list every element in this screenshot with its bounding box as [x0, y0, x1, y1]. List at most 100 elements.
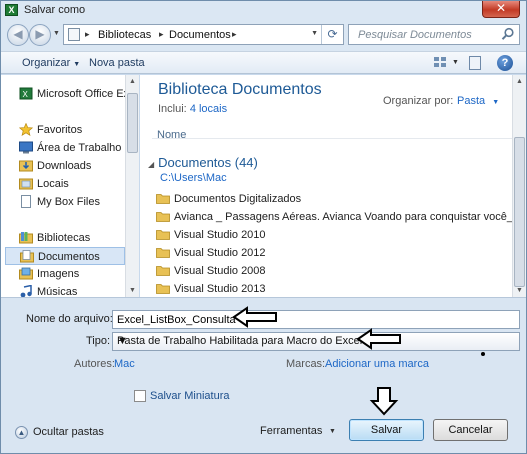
list-item[interactable]: Visual Studio 2013 — [156, 280, 512, 297]
file-name: Documentos Digitalizados — [174, 193, 302, 205]
scroll-down-icon[interactable]: ▼ — [129, 287, 136, 294]
group-header[interactable]: ◢ Documentos (44) — [148, 155, 258, 170]
help-icon[interactable]: ? — [497, 55, 513, 71]
annotation-arrow-left-icon — [232, 306, 277, 328]
save-thumbnail-label[interactable]: Salvar Miniatura — [150, 390, 229, 402]
address-bar[interactable]: ▸ Bibliotecas ▸ Documentos ▸ ▼ ⟳ — [63, 24, 344, 45]
includes-label: Inclui: — [158, 103, 187, 115]
file-type-label: Tipo: — [86, 335, 111, 347]
nav-item-downloads[interactable]: Downloads — [5, 157, 125, 175]
scroll-up-icon[interactable]: ▲ — [516, 78, 523, 85]
excel-icon: X — [19, 87, 33, 100]
nav-item-imagens[interactable]: Imagens — [5, 265, 125, 283]
libraries-icon — [19, 232, 33, 244]
group-title: Documentos (44) — [158, 155, 258, 170]
file-list-pane: Biblioteca Documentos Inclui: 4 locais O… — [140, 75, 512, 297]
authors-field[interactable]: Mac — [114, 358, 135, 370]
file-list-scrollbar[interactable]: ▲ ▼ — [512, 75, 526, 297]
list-item[interactable]: Visual Studio 2010 — [156, 226, 512, 244]
navigation-pane-scrollbar[interactable]: ▲ ▼ — [125, 75, 139, 297]
nav-group-favoritos[interactable]: Favoritos — [5, 121, 125, 139]
library-icon — [68, 28, 80, 41]
view-options-dropdown[interactable]: ▼ — [452, 59, 459, 66]
list-item[interactable]: Visual Studio 2012 — [156, 244, 512, 262]
back-button[interactable]: ◀ — [7, 24, 29, 46]
arrange-by-dropdown[interactable]: Pasta ▼ — [457, 95, 499, 107]
authors-label: Autores: — [74, 358, 115, 370]
nav-item-label: Bibliotecas — [37, 232, 91, 244]
annotation-arrow-down-icon — [369, 387, 399, 416]
group-path-link[interactable]: C:\Users\Mac — [160, 172, 227, 184]
organize-button[interactable]: Organizar ▼ — [22, 57, 80, 69]
refresh-button[interactable]: ⟳ — [321, 25, 343, 44]
breadcrumb-bibliotecas[interactable]: Bibliotecas — [98, 29, 151, 41]
chevron-down-icon: ▼ — [73, 61, 81, 68]
folder-icon — [156, 230, 170, 240]
collapse-group-icon[interactable]: ◢ — [148, 160, 154, 169]
save-as-dialog: X Salvar como ✕ ◀ ▶ ▼ ▸ Bibliotecas ▸ Do… — [0, 0, 527, 454]
scrollbar-thumb[interactable] — [514, 137, 525, 287]
file-name: Visual Studio 2013 — [174, 283, 266, 295]
forward-button[interactable]: ▶ — [29, 24, 51, 46]
excel-icon: X — [5, 4, 18, 16]
chevron-up-icon: ▲ — [15, 426, 28, 439]
nav-item-area-de-trabalho[interactable]: Área de Trabalho — [5, 139, 125, 157]
svg-text:X: X — [23, 90, 29, 99]
tags-label: Marcas: — [286, 358, 326, 370]
window-title: Salvar como — [24, 4, 86, 16]
file-name: Visual Studio 2008 — [174, 265, 266, 277]
nav-item-label: My Box Files — [37, 196, 100, 208]
nav-item-documentos[interactable]: Documentos — [5, 247, 125, 265]
list-item[interactable]: Documentos Digitalizados — [156, 190, 512, 208]
nav-item-label: Microsoft Office Ex — [37, 88, 125, 100]
preview-pane-icon[interactable] — [469, 56, 481, 70]
nav-item-label: Músicas — [37, 286, 78, 297]
folder-icon — [156, 194, 170, 204]
nav-item-locais[interactable]: Locais — [5, 175, 125, 193]
close-button[interactable]: ✕ — [482, 1, 520, 18]
change-view-icon[interactable] — [433, 56, 447, 69]
annotation-dot — [481, 352, 485, 356]
folder-icon — [156, 248, 170, 258]
nav-item-microsoft-office-excel[interactable]: X Microsoft Office Ex — [5, 85, 125, 103]
library-includes: Inclui: 4 locais — [158, 103, 227, 115]
breadcrumb-documentos[interactable]: Documentos — [169, 29, 231, 41]
save-button[interactable]: Salvar — [349, 419, 424, 441]
scrollbar-thumb[interactable] — [127, 93, 138, 153]
filename-field[interactable] — [112, 310, 520, 329]
nav-item-label: Downloads — [37, 160, 92, 172]
cancel-button[interactable]: Cancelar — [433, 419, 508, 441]
scroll-down-icon[interactable]: ▼ — [516, 287, 523, 294]
recent-locations-dropdown[interactable]: ▼ — [53, 30, 60, 37]
new-folder-button[interactable]: Nova pasta — [89, 57, 145, 69]
file-type-select[interactable]: Pasta de Trabalho Habilitada para Macro … — [112, 332, 520, 351]
nav-item-my-box-files[interactable]: My Box Files — [5, 193, 125, 211]
column-header[interactable]: Nome — [152, 119, 512, 141]
arrange-by-value: Pasta — [457, 95, 486, 107]
breadcrumb-separator-icon[interactable]: ▸ — [232, 29, 237, 40]
address-dropdown-icon[interactable]: ▼ — [311, 30, 318, 37]
command-toolbar: Organizar ▼ Nova pasta ▼ ? — [1, 51, 526, 74]
chevron-down-icon[interactable]: ▼ — [329, 428, 336, 435]
search-icon[interactable] — [501, 27, 515, 41]
folder-icon — [156, 266, 170, 276]
nav-item-musicas[interactable]: Músicas — [5, 283, 125, 297]
save-thumbnail-checkbox[interactable] — [134, 390, 146, 402]
breadcrumb-separator-icon[interactable]: ▸ — [85, 29, 90, 40]
tags-field[interactable]: Adicionar uma marca — [325, 358, 429, 370]
recent-places-icon — [19, 178, 33, 190]
music-library-icon — [20, 285, 32, 297]
nav-item-label: Locais — [37, 178, 69, 190]
annotation-arrow-left-icon — [356, 328, 401, 350]
search-placeholder: Pesquisar Documentos — [358, 29, 472, 41]
list-item[interactable]: Avianca _ Passagens Aéreas. Avianca Voan… — [156, 208, 512, 226]
search-input[interactable]: Pesquisar Documentos — [348, 24, 520, 45]
column-header-name: Nome — [157, 129, 187, 141]
tools-button[interactable]: Ferramentas — [260, 425, 322, 437]
breadcrumb-separator-icon[interactable]: ▸ — [159, 29, 164, 40]
scroll-up-icon[interactable]: ▲ — [129, 78, 136, 85]
list-item[interactable]: Visual Studio 2008 — [156, 262, 512, 280]
file-name: Visual Studio 2012 — [174, 247, 266, 259]
includes-locations-link[interactable]: 4 locais — [190, 103, 227, 115]
nav-group-bibliotecas[interactable]: Bibliotecas — [5, 229, 125, 247]
